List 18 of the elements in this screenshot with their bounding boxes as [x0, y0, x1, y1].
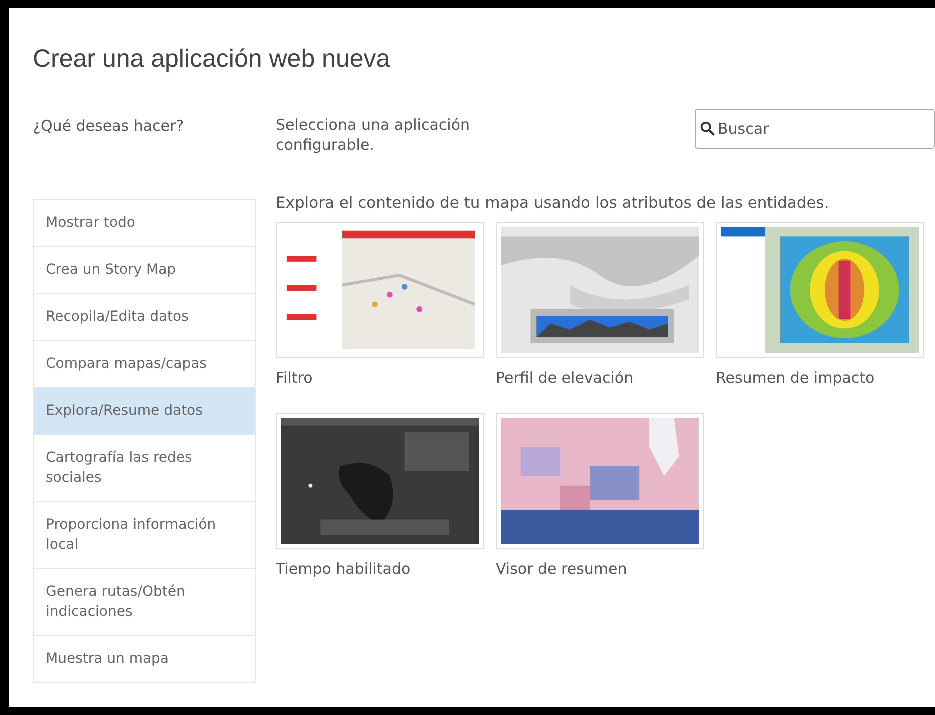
- app-title[interactable]: Resumen de impacto: [716, 369, 924, 387]
- instruction-text: Selecciona una aplicación configurable.: [276, 115, 472, 155]
- app-title[interactable]: Perfil de elevación: [496, 369, 704, 387]
- app-title[interactable]: Tiempo habilitado: [276, 560, 484, 578]
- section-heading: ¿Qué deseas hacer?: [33, 116, 186, 137]
- app-title[interactable]: Visor de resumen: [496, 560, 704, 578]
- dialog-title: Crear una aplicación web nueva: [33, 44, 392, 75]
- description-text: Explora el contenido de tu mapa usando los atributos de las entidades.: [276, 194, 830, 212]
- category-item[interactable]: Proporciona información local: [34, 502, 255, 569]
- category-item[interactable]: Explora/Resume datos: [34, 388, 255, 435]
- category-item[interactable]: Cartografía las redes sociales: [34, 435, 255, 502]
- category-item[interactable]: Recopila/Edita datos: [34, 294, 255, 341]
- category-item[interactable]: Muestra un mapa: [34, 636, 255, 682]
- app-title[interactable]: Filtro: [276, 369, 484, 387]
- category-item[interactable]: Mostrar todo: [34, 200, 255, 247]
- category-item[interactable]: Genera rutas/Obtén indicaciones: [34, 569, 255, 636]
- search-field[interactable]: Buscar: [695, 109, 935, 149]
- category-item[interactable]: Crea un Story Map: [34, 247, 255, 294]
